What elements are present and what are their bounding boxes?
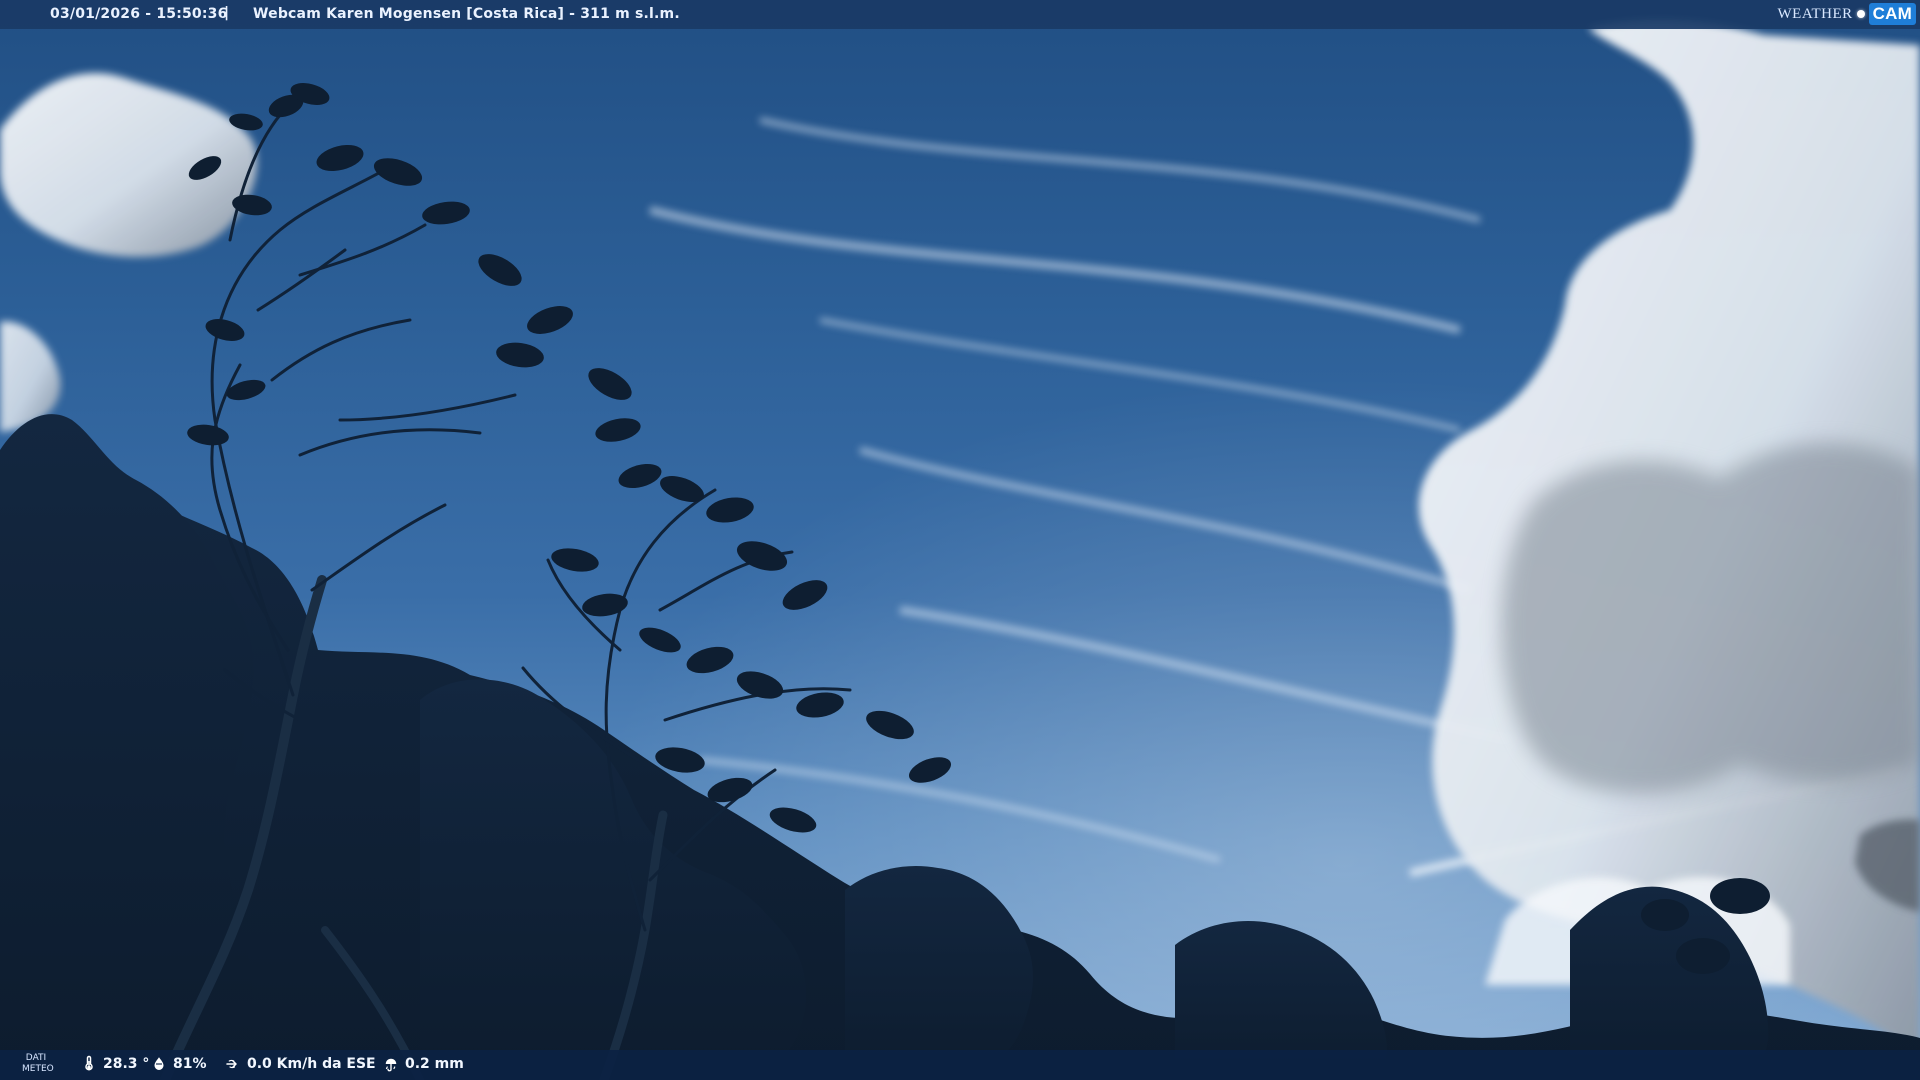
- brand-logo-left: WEATHER: [1777, 5, 1853, 22]
- temperature-value: 28.3 °: [103, 1056, 150, 1072]
- wind-icon: [226, 1059, 237, 1069]
- temperature-readout: 28.3 °: [80, 1055, 149, 1073]
- meteo-label-line-2: METEO: [22, 1064, 54, 1074]
- humidity-readout: 81%: [150, 1055, 207, 1073]
- rain-icon: [385, 1058, 397, 1072]
- wind-readout: 0.0 Km/h da ESE: [224, 1055, 376, 1073]
- cirrus-streaks: [648, 117, 1511, 863]
- thermometer-icon: [85, 1055, 93, 1071]
- brand-logo-right: CAM: [1868, 3, 1916, 25]
- meteo-label: DATI METEO: [22, 1053, 54, 1075]
- timestamp: 03/01/2026 - 15:50:36: [50, 6, 228, 22]
- webcam-view: 03/01/2026 - 15:50:36 | Webcam Karen Mog…: [0, 0, 1920, 1080]
- humidity-icon: [154, 1057, 164, 1070]
- camera-title: Webcam Karen Mogensen [Costa Rica] - 311…: [253, 6, 680, 22]
- title-separator: |: [224, 5, 230, 21]
- brand-dot-icon: [1856, 10, 1865, 18]
- webcam-scene: [0, 19, 1920, 1080]
- wind-value: 0.0 Km/h da ESE: [247, 1056, 376, 1072]
- brand-logo: WEATHER CAM: [1778, 3, 1916, 25]
- meteo-label-line-1: DATI: [25, 1053, 47, 1063]
- weather-data-bar: DATI METEO 28.3 ° 81% 0.0 Km/h da ESE 0.…: [0, 1050, 1920, 1080]
- left-clouds: [0, 73, 258, 432]
- rain-value: 0.2 mm: [405, 1056, 464, 1072]
- rain-readout: 0.2 mm: [382, 1055, 464, 1073]
- top-overlay-bar: 03/01/2026 - 15:50:36 | Webcam Karen Mog…: [0, 0, 1920, 29]
- humidity-value: 81%: [173, 1056, 207, 1072]
